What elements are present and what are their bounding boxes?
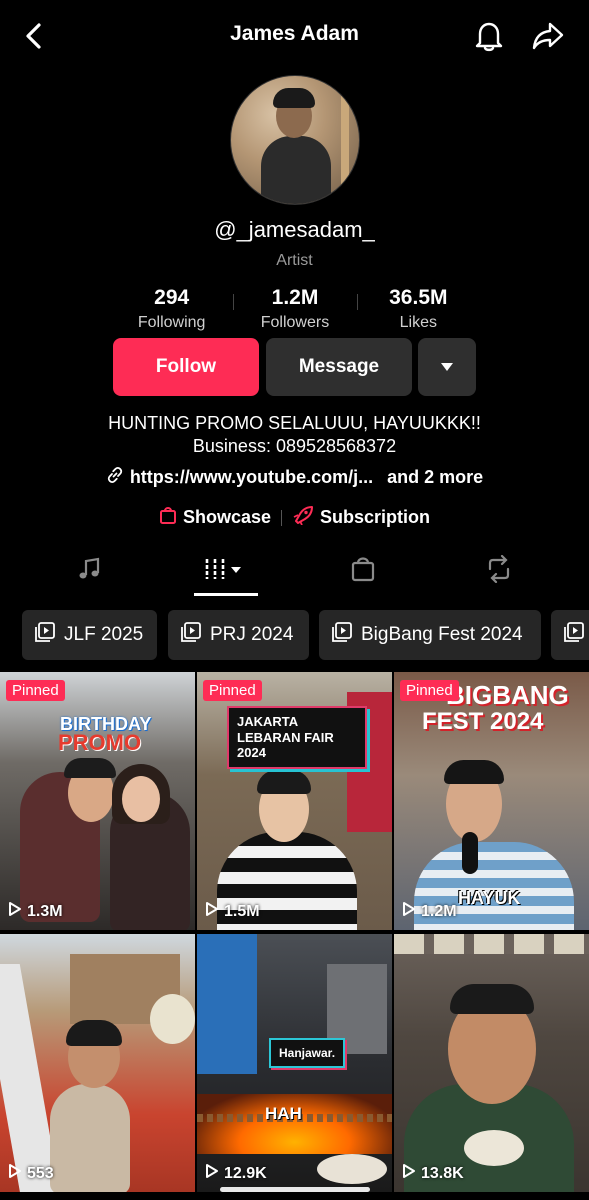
playlist-chip[interactable]: JLF 2025 [22, 610, 157, 660]
more-links[interactable]: and 2 more [387, 467, 483, 488]
view-count-label: 1.3M [27, 902, 63, 920]
bell-icon[interactable] [472, 18, 506, 54]
play-icon [205, 901, 219, 922]
stat-label: Likes [399, 314, 437, 331]
view-count: 1.5M [205, 901, 260, 922]
view-count: 12.9K [205, 1163, 267, 1184]
suggested-accounts-button[interactable] [418, 338, 476, 396]
playlist-label: PRJ 2024 [210, 624, 294, 645]
stat-value: 1.2M [271, 286, 319, 309]
playlist-chip[interactable] [551, 610, 589, 660]
playlist-chip[interactable]: PRJ 2024 [168, 610, 309, 660]
video-thumbnail[interactable]: 13.8K [394, 934, 589, 1192]
active-tab-indicator [194, 593, 258, 596]
playlist-icon [331, 621, 353, 649]
shopping-bag-icon [350, 555, 376, 588]
stat-label: Following [137, 314, 206, 331]
playlist-chip[interactable]: BigBang Fest 2024 [319, 610, 541, 660]
video-thumbnail[interactable]: BIGBANG FEST 2024 HAYUK Pinned 1.2M [394, 672, 589, 930]
thumbnail-caption: HAH [265, 1104, 302, 1123]
stat-value: 36.5M [389, 286, 448, 309]
playlist-label: JLF 2025 [64, 624, 144, 645]
play-icon [8, 1163, 22, 1184]
playlist-row: JLF 2025 PRJ 2024 BigBang Fest 2024 [22, 610, 589, 660]
home-indicator[interactable] [220, 1187, 370, 1192]
view-count: 1.3M [8, 901, 63, 922]
pinned-badge: Pinned [203, 680, 262, 701]
stat-value: 294 [154, 286, 190, 309]
subscription-link[interactable]: Subscription [292, 505, 430, 530]
bio-line: HUNTING PROMO SELALUUU, HAYUUKKK!! [108, 413, 481, 433]
caret-down-icon [440, 356, 454, 378]
profile-role: Artist [276, 252, 313, 269]
profile-handle: @_jamesadam_ [214, 217, 375, 242]
stat-following[interactable]: 294 Following [110, 284, 233, 336]
view-count-label: 1.5M [224, 902, 260, 920]
videos-grid-icon [203, 556, 247, 587]
repost-icon [484, 554, 514, 588]
view-count: 1.2M [402, 901, 457, 922]
share-arrow-icon[interactable] [530, 18, 566, 54]
profile-tabs [0, 548, 589, 596]
top-bar: James Adam [0, 0, 589, 72]
pinned-badge: Pinned [400, 680, 459, 701]
showcase-link[interactable]: Showcase [159, 505, 271, 530]
stat-followers[interactable]: 1.2M Followers [233, 284, 356, 336]
rocket-icon [292, 505, 314, 530]
view-count-label: 1.2M [421, 902, 457, 920]
bio-links: https://www.youtube.com/j... and 2 more [0, 466, 589, 489]
bio-link[interactable]: https://www.youtube.com/j... [130, 467, 373, 488]
play-icon [402, 1163, 416, 1184]
message-button[interactable]: Message [266, 338, 412, 396]
view-count-label: 553 [27, 1164, 54, 1182]
video-thumbnail[interactable]: Hanjawar. HAH 12.9K [197, 934, 392, 1192]
video-thumbnail[interactable]: 553 [0, 934, 195, 1192]
playlist-icon [34, 621, 56, 649]
shop-row: Showcase Subscription [0, 505, 589, 530]
avatar[interactable] [230, 75, 360, 205]
divider [281, 509, 283, 526]
subscription-label: Subscription [320, 507, 431, 527]
pinned-badge: Pinned [6, 680, 65, 701]
play-icon [8, 901, 22, 922]
stat-likes[interactable]: 36.5M Likes [356, 284, 480, 336]
follow-button[interactable]: Follow [113, 338, 259, 396]
thumbnail-caption: HAYUK [458, 888, 521, 908]
tab-music[interactable] [54, 548, 124, 594]
shopping-bag-icon [159, 505, 177, 530]
thumbnail-caption: PROMO [58, 730, 142, 755]
video-thumbnail[interactable]: JAKARTA LEBARAN FAIR 2024 Pinned 1.5M [197, 672, 392, 930]
play-icon [402, 901, 416, 922]
playlist-icon [563, 621, 585, 649]
link-icon [106, 466, 124, 489]
playlist-label: BigBang Fest 2024 [361, 624, 523, 645]
tab-reposts[interactable] [464, 548, 534, 594]
playlist-icon [180, 621, 202, 649]
view-count-label: 12.9K [224, 1164, 267, 1182]
play-icon [205, 1163, 219, 1184]
tab-shop[interactable] [328, 548, 398, 594]
video-thumbnail[interactable]: BIRTHDAY PROMO Pinned 1.3M [0, 672, 195, 930]
thumbnail-caption: FEST 2024 [422, 708, 544, 735]
thumbnail-caption: Hanjawar. [269, 1038, 346, 1069]
tab-videos[interactable] [190, 548, 260, 594]
bio-line: Business: 089528568372 [192, 436, 397, 456]
thumbnail-caption: JAKARTA LEBARAN FAIR 2024 [227, 706, 367, 769]
showcase-label: Showcase [182, 507, 272, 527]
view-count-label: 13.8K [421, 1164, 464, 1182]
view-count: 553 [8, 1163, 54, 1184]
music-note-icon [76, 556, 102, 587]
profile-stats: 294 Following 1.2M Followers 36.5M Likes [110, 284, 480, 336]
view-count: 13.8K [402, 1163, 464, 1184]
stat-label: Followers [260, 314, 330, 331]
